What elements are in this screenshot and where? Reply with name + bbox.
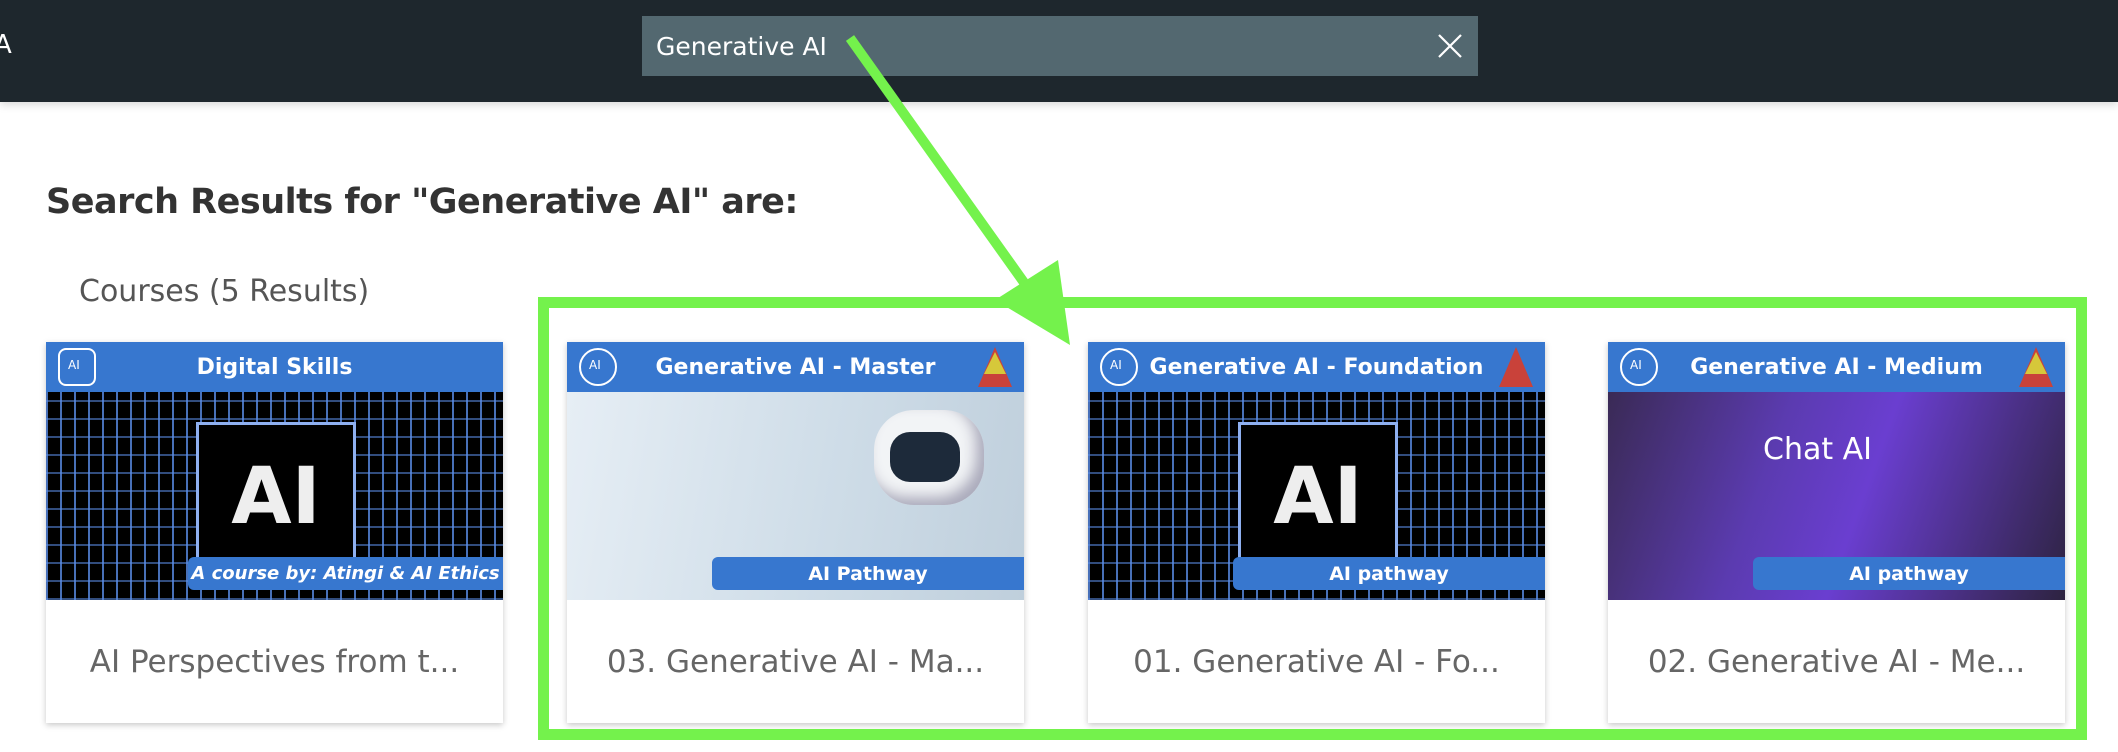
- course-badge: AI pathway: [1753, 557, 2065, 590]
- logo[interactable]: A: [0, 30, 12, 60]
- search-box[interactable]: [642, 16, 1478, 76]
- close-icon[interactable]: [1436, 32, 1464, 60]
- pyramid-level-icon: [984, 352, 1006, 374]
- top-bar: A: [0, 0, 2118, 102]
- search-input[interactable]: [656, 31, 1396, 61]
- atom-ai-icon: [579, 348, 617, 386]
- pyramid-level-icon: [1499, 347, 1533, 387]
- course-badge: A course by: Atingi & AI Ethics: [188, 557, 503, 590]
- course-banner: Generative AI - Master: [567, 342, 1024, 392]
- course-banner: Generative AI - Medium: [1608, 342, 2065, 392]
- course-badge: AI Pathway: [712, 557, 1024, 590]
- course-card[interactable]: Digital Skills AI A course by: Atingi & …: [46, 342, 503, 723]
- course-title[interactable]: AI Perspectives from t...: [46, 600, 503, 723]
- course-banner: Generative AI - Foundation: [1088, 342, 1545, 392]
- page-title: Search Results for "Generative AI" are:: [46, 182, 798, 222]
- pyramid-level-icon: [2025, 352, 2047, 374]
- course-banner: Digital Skills: [46, 342, 503, 392]
- atom-ai-icon: [1620, 348, 1658, 386]
- section-label-courses: Courses (5 Results): [79, 274, 370, 309]
- course-thumbnail: Digital Skills AI A course by: Atingi & …: [46, 342, 503, 600]
- digital-skills-logo-icon: [58, 348, 96, 386]
- atom-ai-icon: [1100, 348, 1138, 386]
- course-badge: AI pathway: [1233, 557, 1545, 590]
